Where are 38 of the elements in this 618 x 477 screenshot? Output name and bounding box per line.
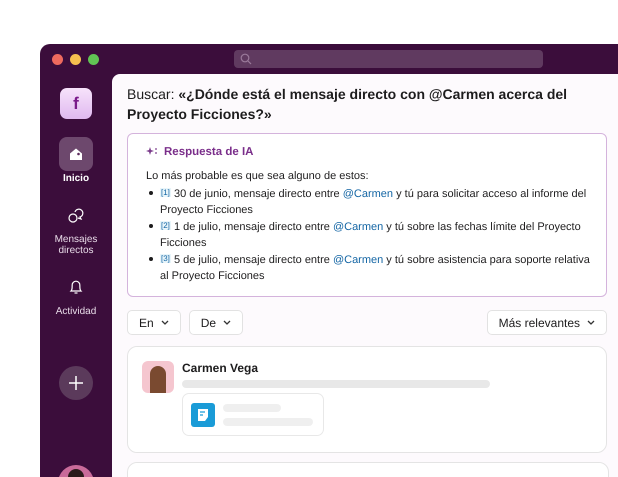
avatar [142,361,174,393]
mention-link[interactable]: @Carmen [332,254,384,266]
nav-label: Mensajes directos [54,234,98,256]
search-query: Buscar: «¿Dónde está el mensaje directo con @Carmen acerca del Proyecto Ficciones?» [127,85,568,124]
chevron-down-icon [160,320,169,325]
ai-answer-title: Respuesta de IA [164,146,254,158]
filter-dropdown[interactable]: En [127,310,181,335]
citation-link[interactable]: [3] [160,254,171,263]
zoom-button[interactable] [88,54,99,64]
mention-link[interactable]: @Carmen [332,221,384,233]
chat-bubbles-icon [67,206,85,224]
answer-item: $^{[3]}$ 5 de julio, mensaje directo entre @Carmen y tú sobre asistencia para soporte relativa al Proyecto Ficciones [160,253,590,284]
mention-link[interactable]: @Carmen [342,188,394,200]
answer-intro: Lo más probable es que sea alguno de estos: [146,170,370,182]
result-card[interactable]: Carmen Vega [127,346,607,453]
bullet-icon [149,257,153,261]
search-field[interactable] [234,50,543,68]
chevron-down-icon [223,320,232,325]
search-icon [240,53,252,65]
nav-label: Inicio [62,173,90,184]
filter-dropdown[interactable]: De [188,310,244,335]
author-name: Carmen Vega [182,361,260,375]
chevron-down-icon [587,320,595,325]
document-icon [191,402,215,426]
sort-dropdown[interactable]: Más relevantes [486,310,607,335]
plus-icon [67,374,85,392]
citation-link[interactable]: [1] [160,188,171,197]
citation-link[interactable]: [2] [160,221,171,230]
bell-icon [67,278,85,296]
minimize-button[interactable] [70,54,81,64]
workspace-icon[interactable]: f [60,88,92,119]
house-icon [68,146,84,162]
nav-button[interactable] [59,137,93,171]
close-button[interactable] [52,54,63,64]
bullet-icon [149,224,153,228]
add-button[interactable] [59,366,93,400]
bullet-icon [149,191,153,195]
nav-label: Actividad [54,306,98,317]
